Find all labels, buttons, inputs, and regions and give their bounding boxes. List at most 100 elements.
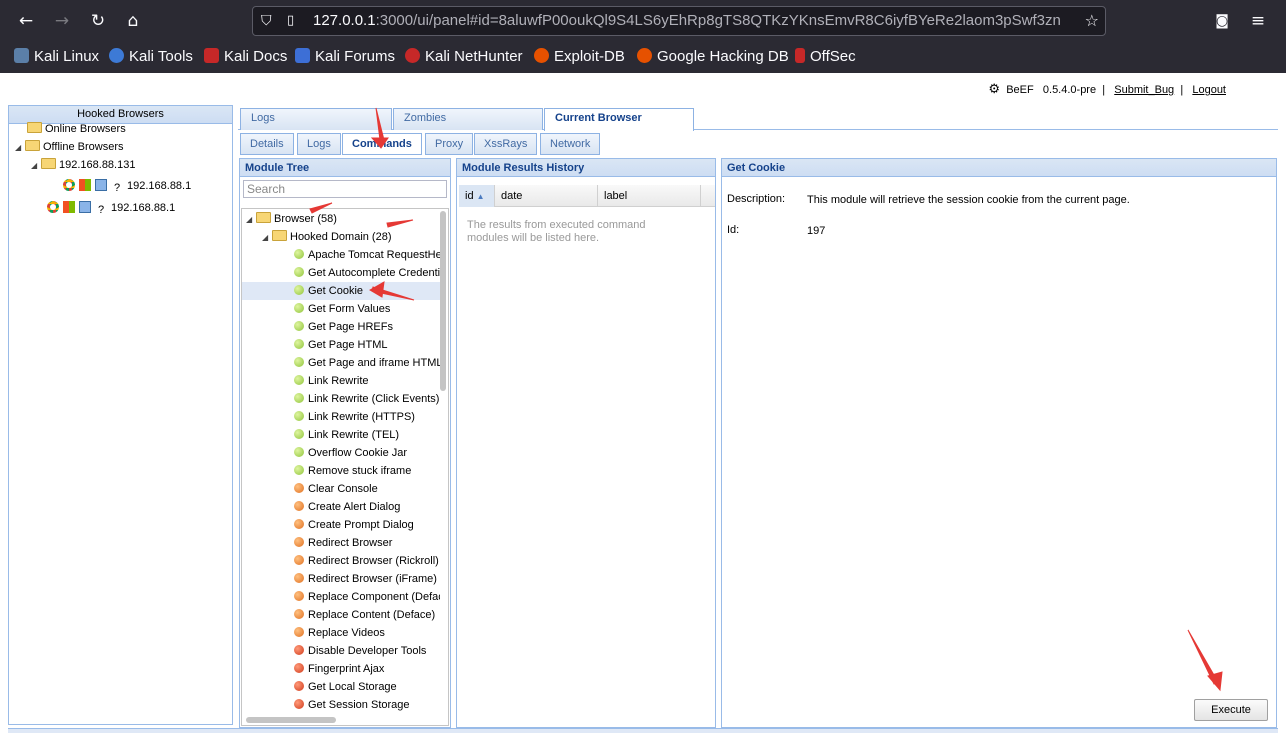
subtab-commands[interactable]: Commands [342,133,422,155]
column-label[interactable]: label [598,185,701,207]
hooked-browser-item[interactable]: ? 192.168.88.1 [63,177,191,195]
module-item[interactable]: Link Rewrite (Click Events) [294,390,440,408]
horizontal-scrollbar[interactable] [246,717,336,723]
orange-status-dot-icon [294,591,304,601]
green-status-dot-icon [294,447,304,457]
subtab-network[interactable]: Network [540,133,601,155]
page-info-icon[interactable]: ▯ [287,7,294,35]
module-label: Get Cookie [308,285,364,297]
column-id[interactable]: id ▲ [459,185,495,207]
module-item[interactable]: Get Session Storage [294,696,440,714]
tab-logs[interactable]: Logs [240,108,392,130]
module-item[interactable]: Get Form Values [294,300,440,318]
subtab-xssrays[interactable]: XssRays [474,133,538,155]
green-status-dot-icon [294,285,304,295]
execute-button[interactable]: Execute [1194,699,1268,721]
module-item[interactable]: Clear Console [294,480,440,498]
submit-bug-link[interactable]: Submit_Bug [1114,84,1174,96]
beef-logo-icon: ⚙ [988,81,1001,96]
module-item[interactable]: Link Rewrite [294,372,440,390]
module-label: Redirect Browser [308,537,393,549]
kali-icon [14,48,29,63]
module-item[interactable]: Get Cookie [242,282,440,300]
sort-asc-icon: ▲ [476,192,485,201]
subtab-details[interactable]: Details [240,133,294,155]
expand-triangle-icon[interactable]: ◢ [246,211,256,229]
green-status-dot-icon [294,411,304,421]
bookmark-kali-docs[interactable]: Kali Docs [204,48,287,65]
pocket-icon[interactable]: ◙ [1208,7,1236,35]
module-item[interactable]: Apache Tomcat RequestHeaderCookieFilter [294,246,440,264]
description-text: This module will retrieve the session co… [807,194,1130,206]
address-bar[interactable]: ⛉ ▯ 127.0.0.1:3000/ui/panel#id=8aluwfP00… [252,6,1106,36]
module-item[interactable]: Fingerprint Ajax [294,660,440,678]
module-item[interactable]: Redirect Browser (iFrame) [294,570,440,588]
hooked-domain-node[interactable]: ◢ Hooked Domain (28) [262,228,392,246]
module-label: Get Page and iframe HTML [308,357,440,369]
column-date[interactable]: date [495,185,598,207]
module-item[interactable]: Get Page and iframe HTML [294,354,440,372]
module-item[interactable]: Get Local Storage [294,678,440,696]
module-tree-panel: Module Tree ◢Browser (58) ◢Hooked Domain… [239,158,451,728]
module-label: Replace Content (Deface) [308,609,436,621]
tab-current-browser[interactable]: Current Browser [544,108,694,131]
module-label: Fingerprint Ajax [308,663,385,675]
orange-status-dot-icon [294,501,304,511]
module-item[interactable]: Get Autocomplete Credentials [294,264,440,282]
module-item[interactable]: Get Page HREFs [294,318,440,336]
kali-tools-icon [109,48,124,63]
bookmark-kali-nethunter[interactable]: Kali NetHunter [405,48,523,65]
tab-zombies[interactable]: Zombies [393,108,543,130]
green-status-dot-icon [294,321,304,331]
module-item[interactable]: Remove stuck iframe [294,462,440,480]
bookmark-offsec[interactable]: OffSec [795,48,856,65]
module-item[interactable]: Replace Content (Deface) [294,606,440,624]
module-item[interactable]: Create Prompt Dialog [294,516,440,534]
green-status-dot-icon [294,429,304,439]
offline-browsers-node[interactable]: ◢ Offline Browsers [15,138,124,156]
module-item[interactable]: Overflow Cookie Jar [294,444,440,462]
subtab-proxy[interactable]: Proxy [425,133,474,155]
module-item[interactable]: Redirect Browser [294,534,440,552]
red-status-dot-icon [294,699,304,709]
module-label: Get Page HREFs [308,321,393,333]
offsec-icon [795,48,805,63]
bookmark-exploit-db[interactable]: Exploit-DB [534,48,625,65]
bookmark-kali-linux[interactable]: Kali Linux [14,48,99,65]
module-search-input[interactable] [243,180,447,198]
hooked-browser-item[interactable]: ? 192.168.88.1 [47,199,175,217]
host-node[interactable]: ◢ 192.168.88.131 [31,156,135,174]
hamburger-menu-icon[interactable]: ≡ [1244,7,1272,35]
browser-category-node[interactable]: ◢ Browser (58) [246,210,337,228]
module-item[interactable]: Get Page HTML [294,336,440,354]
panel-title: Get Cookie [722,159,1276,177]
logout-link[interactable]: Logout [1192,84,1226,96]
folder-icon [41,158,56,169]
shield-icon[interactable]: ⛉ [261,7,272,35]
module-item[interactable]: Disable Developer Tools [294,642,440,660]
bookmark-kali-forums[interactable]: Kali Forums [295,48,395,65]
module-item[interactable]: Redirect Browser (Rickroll) [294,552,440,570]
home-icon[interactable]: ⌂ [119,7,147,35]
expand-triangle-icon[interactable]: ◢ [15,139,25,157]
url-host: 127.0.0.1 [313,12,376,29]
orange-status-dot-icon [294,555,304,565]
id-value: 197 [807,225,826,237]
bookmark-google-hacking-db[interactable]: Google Hacking DB [637,48,789,65]
module-item[interactable]: Create Alert Dialog [294,498,440,516]
online-browsers-node[interactable]: Online Browsers [27,120,126,138]
module-label: Overflow Cookie Jar [308,447,408,459]
bookmark-star-icon[interactable]: ☆ [1085,7,1099,35]
bookmark-kali-tools[interactable]: Kali Tools [109,48,193,65]
reload-icon[interactable]: ↻ [84,7,112,35]
back-arrow-icon[interactable]: ← [12,7,40,35]
module-item[interactable]: Link Rewrite (TEL) [294,426,440,444]
module-item[interactable]: Link Rewrite (HTTPS) [294,408,440,426]
expand-triangle-icon[interactable]: ◢ [31,157,41,175]
expand-triangle-icon[interactable]: ◢ [262,229,272,247]
module-item[interactable]: Replace Videos [294,624,440,642]
vertical-scrollbar[interactable] [440,211,446,391]
module-item[interactable]: Replace Component (Deface) [294,588,440,606]
forward-arrow-icon[interactable]: → [48,7,76,35]
subtab-logs[interactable]: Logs [297,133,341,155]
